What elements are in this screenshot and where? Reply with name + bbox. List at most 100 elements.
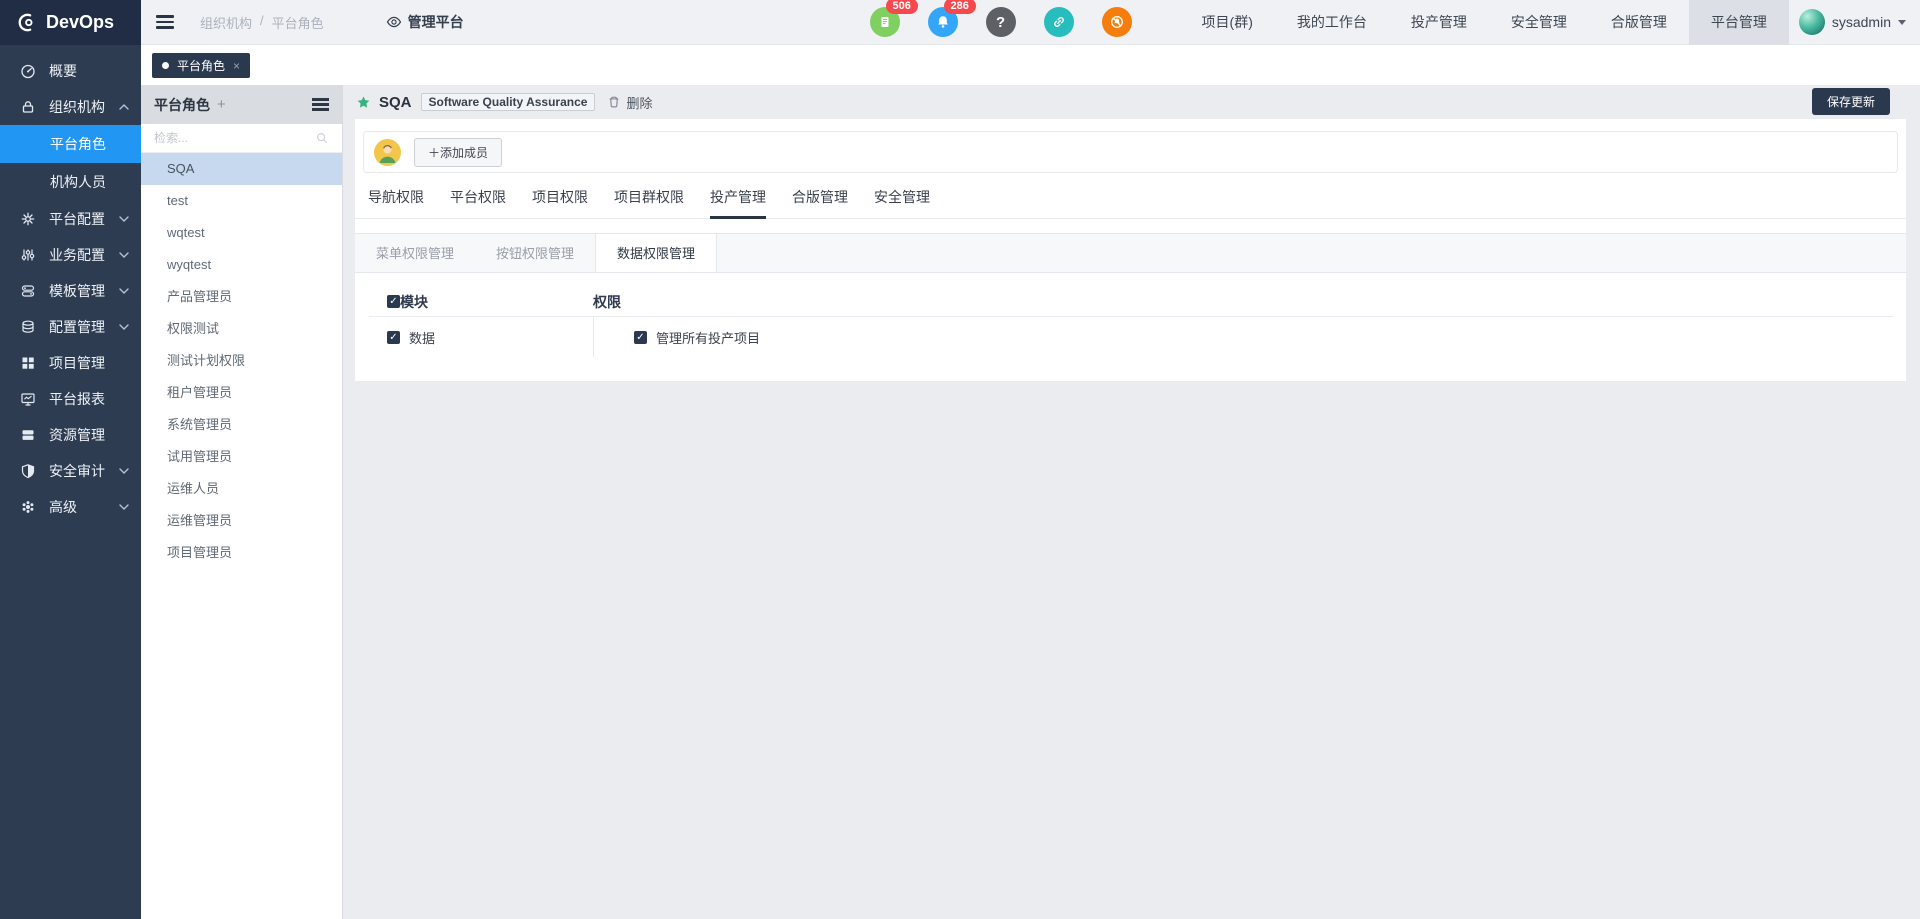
sidebar-item-安全审计[interactable]: 安全审计: [0, 453, 141, 489]
role-list-item-产品管理员[interactable]: 产品管理员: [141, 281, 342, 313]
sidebar-item-高级[interactable]: 高级: [0, 489, 141, 525]
tab-chip-platform-role[interactable]: 平台角色 ×: [152, 53, 250, 78]
members-box: ＋添加成员: [363, 131, 1898, 173]
sidebar-subitem-平台角色[interactable]: 平台角色: [0, 125, 141, 163]
monitor-icon: [20, 391, 36, 407]
badge-count: 506: [886, 0, 918, 14]
save-update-button[interactable]: 保存更新: [1812, 88, 1890, 115]
open-tabs-strip: 平台角色 ×: [141, 45, 1920, 85]
topbar-menu-投产管理[interactable]: 投产管理: [1389, 0, 1489, 45]
search-input[interactable]: [154, 131, 315, 145]
sidebar-item-项目管理[interactable]: 项目管理: [0, 345, 141, 381]
breadcrumb-item-1[interactable]: 组织机构: [200, 13, 252, 32]
role-list-item-SQA[interactable]: SQA: [141, 153, 342, 185]
role-list-item-运维人员[interactable]: 运维人员: [141, 473, 342, 505]
manage-platform-switcher[interactable]: 管理平台: [386, 12, 464, 32]
add-role-button[interactable]: +: [217, 96, 226, 113]
sidebar-item-label: 模板管理: [49, 281, 119, 301]
role-list-item-试用管理员[interactable]: 试用管理员: [141, 441, 342, 473]
gauge-icon: [20, 63, 36, 79]
delete-role-button[interactable]: 删除: [607, 93, 652, 112]
select-all-checkbox[interactable]: ✓: [387, 295, 400, 308]
sidebar-item-label: 安全审计: [49, 461, 119, 481]
subtab-菜单权限管理[interactable]: 菜单权限管理: [355, 234, 475, 272]
user-menu[interactable]: sysadmin: [1789, 9, 1920, 35]
perm-tab-投产管理[interactable]: 投产管理: [710, 187, 766, 218]
mute-icon[interactable]: [1102, 7, 1132, 37]
bell-icon[interactable]: 286: [928, 7, 958, 37]
permission-tabs: 导航权限平台权限项目权限项目群权限投产管理合版管理安全管理: [355, 187, 1906, 219]
sliders-icon: [20, 247, 36, 263]
subtab-数据权限管理[interactable]: 数据权限管理: [595, 234, 717, 272]
database-icon: [20, 319, 36, 335]
sidebar-item-配置管理[interactable]: 配置管理: [0, 309, 141, 345]
add-member-button[interactable]: ＋添加成员: [414, 138, 502, 167]
chevron-up-icon: [119, 104, 129, 110]
role-list-item-租户管理员[interactable]: 租户管理员: [141, 377, 342, 409]
role-list: SQAtestwqtestwyqtest产品管理员权限测试测试计划权限租户管理员…: [141, 153, 342, 569]
breadcrumb-item-2[interactable]: 平台角色: [272, 13, 324, 32]
perm-tab-导航权限[interactable]: 导航权限: [368, 187, 424, 218]
topbar-menu-项目(群)[interactable]: 项目(群): [1180, 0, 1275, 45]
topbar-menu-安全管理[interactable]: 安全管理: [1489, 0, 1589, 45]
active-dot-icon: [162, 62, 169, 69]
chevron-down-icon: [119, 324, 129, 330]
sidebar-item-业务配置[interactable]: 业务配置: [0, 237, 141, 273]
link-icon[interactable]: [1044, 7, 1074, 37]
help-icon[interactable]: ?: [986, 7, 1016, 37]
shield-icon: [20, 463, 36, 479]
perm-tab-安全管理[interactable]: 安全管理: [874, 187, 930, 218]
sidebar-item-模板管理[interactable]: 模板管理: [0, 273, 141, 309]
app-logo[interactable]: DevOps: [0, 0, 141, 45]
user-avatar: [1799, 9, 1825, 35]
module-header-label: 模块: [400, 292, 428, 312]
role-list-item-test[interactable]: test: [141, 185, 342, 217]
perm-tab-平台权限[interactable]: 平台权限: [450, 187, 506, 218]
sidebar-item-label: 概要: [49, 61, 129, 81]
lock-icon: [20, 99, 36, 115]
delete-label: 删除: [626, 93, 652, 112]
chevron-down-icon: [119, 288, 129, 294]
chevron-down-icon: [119, 468, 129, 474]
role-list-item-权限测试[interactable]: 权限测试: [141, 313, 342, 345]
role-list-item-测试计划权限[interactable]: 测试计划权限: [141, 345, 342, 377]
collapse-menu-icon[interactable]: [156, 13, 174, 32]
sidebar-item-平台报表[interactable]: 平台报表: [0, 381, 141, 417]
role-description-badge: Software Quality Assurance: [421, 93, 596, 111]
sidebar-item-平台配置[interactable]: 平台配置: [0, 201, 141, 237]
perm-tab-项目群权限[interactable]: 项目群权限: [614, 187, 684, 218]
topbar-menu-平台管理[interactable]: 平台管理: [1689, 0, 1789, 45]
role-list-item-wqtest[interactable]: wqtest: [141, 217, 342, 249]
drawer-icon: [20, 427, 36, 443]
module-checkbox[interactable]: ✓: [387, 331, 400, 344]
permission-header-label: 权限: [593, 292, 621, 312]
notification-icons: 506 286?: [870, 7, 1132, 37]
badge-count: 286: [944, 0, 976, 14]
role-list-item-运维管理员[interactable]: 运维管理员: [141, 505, 342, 537]
sidebar-item-label: 平台配置: [49, 209, 119, 229]
role-list-item-项目管理员[interactable]: 项目管理员: [141, 537, 342, 569]
role-list-item-wyqtest[interactable]: wyqtest: [141, 249, 342, 281]
perm-tab-合版管理[interactable]: 合版管理: [792, 187, 848, 218]
breadcrumb-separator: /: [260, 13, 264, 32]
sidebar-subitem-机构人员[interactable]: 机构人员: [0, 163, 141, 201]
close-icon[interactable]: ×: [233, 59, 240, 73]
perm-tab-项目权限[interactable]: 项目权限: [532, 187, 588, 218]
permission-checkbox[interactable]: ✓: [634, 331, 647, 344]
role-name: SQA: [379, 94, 412, 111]
breadcrumb: 组织机构 / 平台角色: [200, 13, 324, 32]
sidebar-subitem-label: 平台角色: [50, 134, 129, 154]
template-icon: [20, 283, 36, 299]
permission-subtabs: 菜单权限管理按钮权限管理数据权限管理: [355, 233, 1906, 273]
topbar-menu-我的工作台[interactable]: 我的工作台: [1275, 0, 1389, 45]
member-avatar[interactable]: [374, 139, 401, 166]
table-header: ✓ 模块 权限: [369, 287, 1894, 317]
role-panel-menu-icon[interactable]: [312, 96, 329, 114]
sidebar-item-组织机构[interactable]: 组织机构: [0, 89, 141, 125]
topbar-menu-合版管理[interactable]: 合版管理: [1589, 0, 1689, 45]
document-icon[interactable]: 506: [870, 7, 900, 37]
subtab-按钮权限管理[interactable]: 按钮权限管理: [475, 234, 595, 272]
role-list-item-系统管理员[interactable]: 系统管理员: [141, 409, 342, 441]
sidebar-item-资源管理[interactable]: 资源管理: [0, 417, 141, 453]
sidebar-item-概要[interactable]: 概要: [0, 53, 141, 89]
